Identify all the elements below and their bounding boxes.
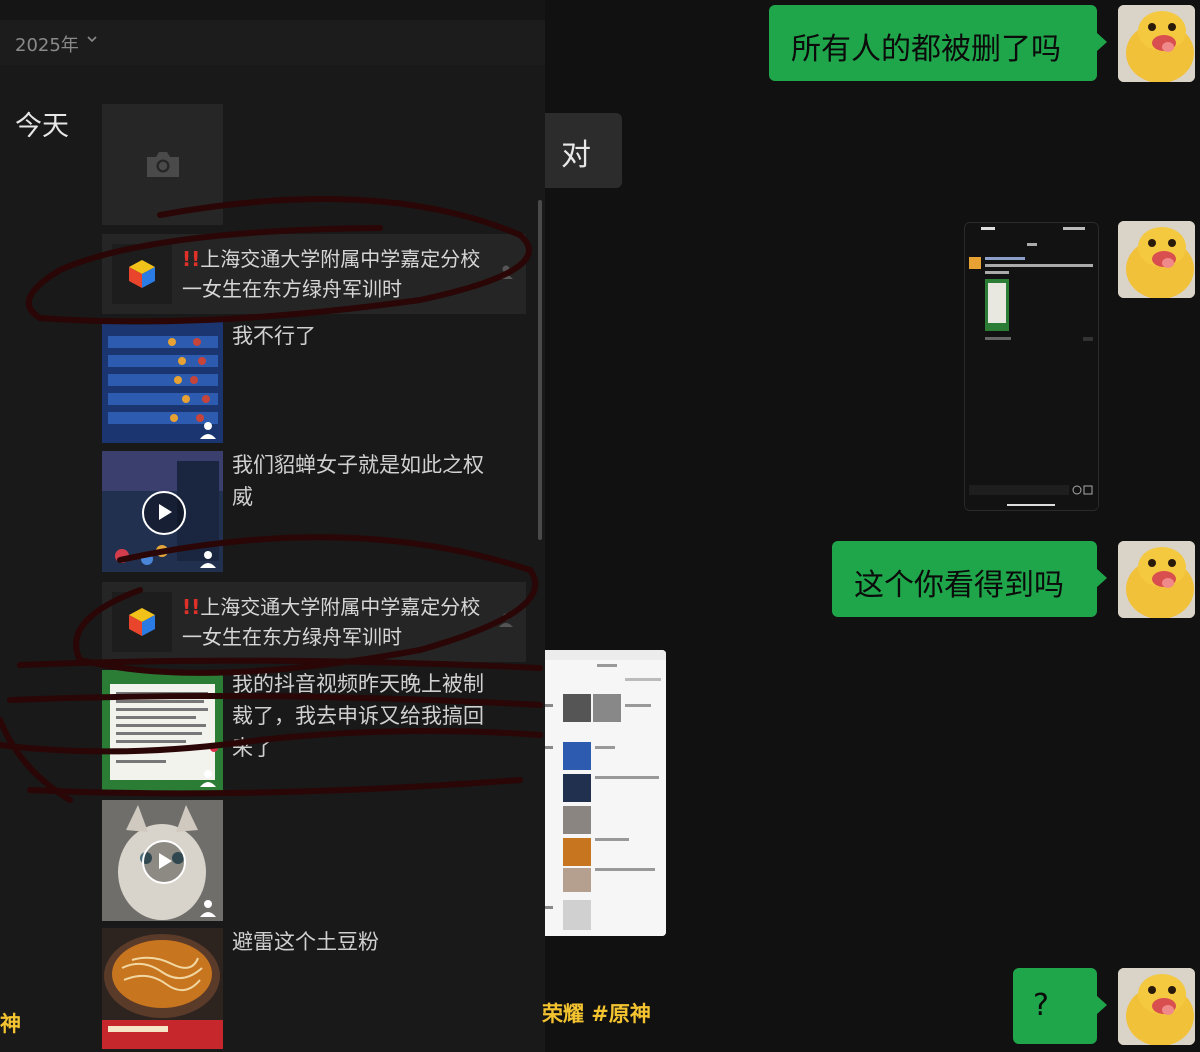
visibility-icon xyxy=(499,265,513,279)
shared-screenshot-message[interactable] xyxy=(964,222,1099,511)
post-text: 避雷这个土豆粉 xyxy=(232,930,379,954)
day-label: 今天 xyxy=(15,111,69,142)
outgoing-message-bubble[interactable]: ? xyxy=(1013,968,1107,1044)
post-detail-screenshot xyxy=(965,223,1098,510)
person-icon xyxy=(200,770,216,787)
duck-avatar-image xyxy=(1118,968,1195,1045)
bubble-tail xyxy=(1097,996,1107,1014)
hashtags-text: 荣耀 #原神 xyxy=(542,1002,651,1026)
avatar[interactable] xyxy=(1118,968,1195,1045)
year-selector[interactable] xyxy=(0,20,545,65)
outgoing-message-text: 所有人的都被删了吗 xyxy=(791,32,1061,67)
shared-link-card[interactable]: !!上海交通大学附属中学嘉定分校一女生在东方绿舟军训时 xyxy=(102,234,526,314)
link-thumbnail xyxy=(112,244,172,304)
post-text: 我们貂蝉女子就是如此之权威 xyxy=(232,453,484,509)
moments-feed-pane: 2025年 今天 !!上海交通大学附属中学嘉定分校一女生在东方绿舟军训时 我不行… xyxy=(0,0,545,1052)
bubble-tail xyxy=(1097,33,1107,51)
bubble-tail xyxy=(1097,569,1107,587)
duck-avatar-image xyxy=(1118,541,1195,618)
cube-logo-icon xyxy=(129,260,155,288)
post-thumbnail-noodles[interactable] xyxy=(102,928,223,1049)
post-text: 我不行了 xyxy=(232,324,316,348)
hashtag-partial: 神 xyxy=(0,1012,21,1036)
duck-avatar-image xyxy=(1118,221,1195,298)
scrollbar[interactable] xyxy=(538,200,542,540)
outgoing-message-bubble[interactable]: 所有人的都被删了吗 xyxy=(769,5,1107,81)
avatar[interactable] xyxy=(1118,541,1195,618)
cube-logo-icon xyxy=(129,608,155,636)
post-thumbnail-cat-video[interactable] xyxy=(102,800,223,921)
play-icon[interactable] xyxy=(142,491,186,535)
shared-link-card[interactable]: !!上海交通大学附属中学嘉定分校一女生在东方绿舟军训时 xyxy=(102,582,526,662)
camera-icon xyxy=(147,152,179,177)
post-photo-button[interactable] xyxy=(102,104,223,225)
link-title: !!上海交通大学附属中学嘉定分校一女生在东方绿舟军训时 xyxy=(182,247,481,301)
scribble-overlay xyxy=(0,196,543,803)
person-icon xyxy=(200,422,216,439)
post-thumbnail-video[interactable] xyxy=(102,451,223,572)
noodle-image xyxy=(102,928,223,1049)
post-thumbnail-scoreboard[interactable] xyxy=(102,322,223,443)
year-label[interactable]: 2025年 xyxy=(15,31,79,57)
moments-screenshot-preview xyxy=(545,650,666,936)
incoming-message-text: 对 xyxy=(561,138,591,173)
outgoing-message-text: ? xyxy=(1033,988,1049,1023)
duck-avatar-image xyxy=(1118,5,1195,82)
avatar[interactable] xyxy=(1118,5,1195,82)
link-thumbnail xyxy=(112,592,172,652)
shared-screenshot-image[interactable] xyxy=(545,650,666,936)
post-text: 我的抖音视频昨天晚上被制裁了，我去申诉又给我搞回来了 xyxy=(232,672,484,760)
avatar[interactable] xyxy=(1118,221,1195,298)
link-title: !!上海交通大学附属中学嘉定分校一女生在东方绿舟军训时 xyxy=(182,595,481,649)
top-status-strip xyxy=(0,0,545,21)
chevron-down-icon[interactable] xyxy=(86,33,98,45)
outgoing-message-text: 这个你看得到吗 xyxy=(854,568,1064,603)
play-icon[interactable] xyxy=(142,840,186,884)
outgoing-message-bubble[interactable]: 这个你看得到吗 xyxy=(832,541,1107,617)
visibility-icon xyxy=(499,613,513,627)
post-thumbnail-notice[interactable] xyxy=(102,670,223,791)
person-icon xyxy=(200,900,216,917)
person-icon xyxy=(200,551,216,568)
